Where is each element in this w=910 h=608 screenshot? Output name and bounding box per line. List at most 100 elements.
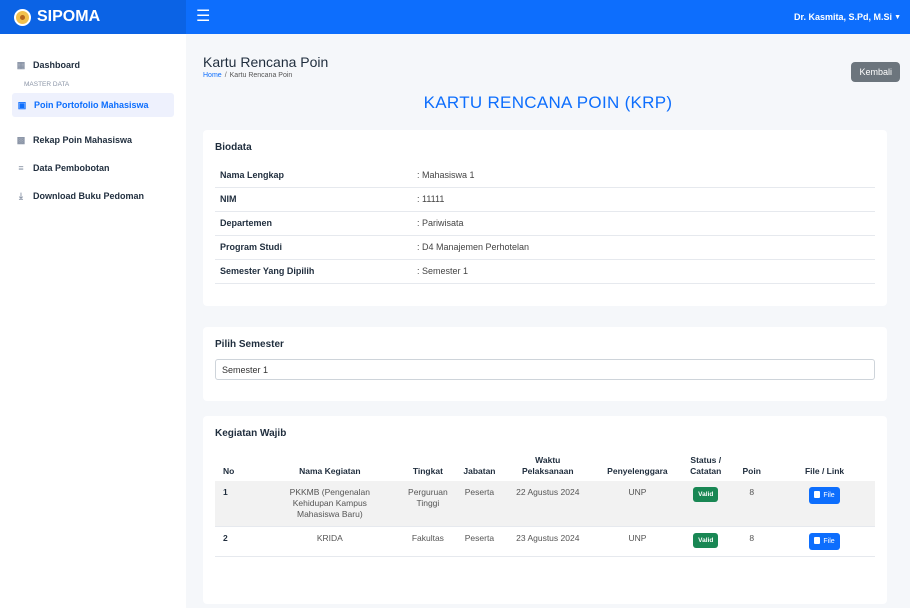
cell-nama-line1: PKKMB (Pengenalan [289, 487, 370, 497]
cell-poin: 8 [729, 481, 775, 527]
cell-status: Valid [682, 526, 730, 557]
cell-nama: PKKMB (Pengenalan Kehidupan Kampus Mahasis… [259, 481, 400, 527]
biodata-title: Biodata [215, 142, 252, 153]
col-status: Status / Catatan [682, 453, 729, 481]
breadcrumb: Home / Kartu Rencana Poin [203, 72, 292, 79]
krp-heading: KARTU RENCANA POIN (KRP) [423, 93, 673, 112]
biodata-value: : Pariwisata [412, 211, 875, 236]
biodata-row: Nama Lengkap: Mahasiswa 1 [215, 163, 875, 188]
kegiatan-title: Kegiatan Wajib [215, 428, 287, 439]
breadcrumb-current: Kartu Rencana Poin [229, 72, 293, 79]
cell-tingkat-line2: Tinggi [416, 498, 440, 508]
biodata-card: Biodata Nama Lengkap: Mahasiswa 1 NIM: 1… [203, 130, 887, 306]
col-status-line1: Status / [690, 455, 722, 465]
biodata-row: NIM: 11111 [215, 187, 875, 212]
sidebar-item-label: Data Pembobotan [33, 163, 110, 173]
semester-card: Pilih Semester Semester 1 [203, 327, 887, 401]
col-poin: Poin [742, 466, 761, 476]
cell-nama-line3: Mahasiswa Baru) [297, 509, 363, 519]
cell-penyelenggara: UNP [592, 526, 683, 557]
biodata-table: Nama Lengkap: Mahasiswa 1 NIM: 11111 Dep… [215, 163, 875, 284]
sidebar-item-label: Download Buku Pedoman [33, 191, 145, 201]
biodata-key: Nama Lengkap [215, 163, 412, 188]
sidebar-item-label: Rekap Poin Mahasiswa [33, 135, 133, 145]
page-title: Kartu Rencana Poin [203, 54, 329, 70]
hamburger-icon[interactable]: ☰ [196, 9, 210, 25]
breadcrumb-separator: / [224, 72, 227, 79]
biodata-value: : D4 Manajemen Perhotelan [412, 235, 875, 260]
cell-status: Valid [682, 481, 730, 527]
cell-tingkat-line1: Perguruan [408, 487, 448, 497]
col-nama: Nama Kegiatan [299, 466, 361, 476]
sidebar-section-label: MASTER DATA [24, 81, 70, 88]
col-tingkat: Tingkat [412, 466, 443, 476]
biodata-key: Semester Yang Dipilih [215, 259, 412, 284]
app-name: SIPOMA [37, 8, 101, 25]
cell-file: File [774, 481, 875, 527]
status-badge: Valid [693, 533, 719, 548]
chevron-down-icon: ▼ [894, 13, 901, 21]
sidebar-item-poin-portofolio[interactable]: ▣ Poin Portofolio Mahasiswa [12, 93, 174, 117]
cell-tingkat: Perguruan Tinggi [399, 481, 456, 527]
sidebar-item-dashboard[interactable]: ▦ Dashboard [0, 54, 186, 76]
cell-waktu: 23 Agustus 2024 [502, 526, 593, 557]
sidebar-item-data-pembobotan[interactable]: ≡ Data Pembobotan [0, 157, 186, 179]
sidebar-item-label: Dashboard [33, 60, 81, 70]
download-icon: ⤓ [19, 190, 23, 201]
back-button[interactable]: Kembali [851, 62, 900, 82]
col-jabatan: Jabatan [463, 466, 496, 476]
file-icon [814, 491, 821, 498]
sidebar-item-download-buku[interactable]: ⤓ Download Buku Pedoman [0, 185, 186, 207]
brand[interactable]: SIPOMA [0, 0, 186, 34]
table-header-row: No Nama Kegiatan Tingkat Jabatan Waktu Pe… [215, 453, 875, 481]
cell-penyelenggara: UNP [592, 481, 683, 527]
file-icon [814, 537, 821, 544]
sidebar-item-rekap-poin[interactable]: ▩ Rekap Poin Mahasiswa [0, 129, 186, 151]
table-row: 1 PKKMB (Pengenalan Kehidupan Kampus Mahas… [215, 481, 875, 527]
semester-select[interactable]: Semester 1 [215, 359, 875, 380]
cell-nama-line2: Kehidupan Kampus [292, 498, 367, 508]
biodata-key: Program Studi [215, 235, 412, 260]
file-button-label: File [823, 538, 835, 545]
cell-jabatan: Peserta [455, 526, 503, 557]
col-waktu: Waktu Pelaksanaan [503, 453, 593, 481]
status-badge: Valid [693, 487, 719, 502]
biodata-key: NIM [215, 187, 412, 212]
user-menu[interactable]: Dr. Kasmita, S.Pd, M.Si ▼ [794, 0, 901, 34]
top-navbar: SIPOMA ☰ Dr. Kasmita, S.Pd, M.Si ▼ [0, 0, 910, 34]
cell-poin: 8 [729, 526, 775, 557]
main-content: Kartu Rencana Poin Home / Kartu Rencana Po… [186, 34, 910, 608]
file-button[interactable]: File [809, 487, 840, 504]
breadcrumb-home[interactable]: Home [203, 72, 222, 79]
cell-no: 2 [215, 526, 260, 557]
calculator-icon: ▩ [16, 134, 26, 145]
logo-icon [14, 8, 31, 26]
col-status-line2: Catatan [690, 466, 722, 476]
biodata-row: Departemen: Pariwisata [215, 211, 875, 236]
biodata-value: : Mahasiswa 1 [412, 163, 875, 188]
biodata-row: Program Studi: D4 Manajemen Perhotelan [215, 235, 875, 260]
biodata-value: : Semester 1 [412, 259, 875, 284]
biodata-key: Departemen [215, 211, 412, 236]
cell-waktu: 22 Agustus 2024 [502, 481, 593, 527]
grid-icon: ▦ [16, 59, 26, 70]
biodata-value: : 11111 [412, 187, 875, 212]
file-button[interactable]: File [809, 533, 840, 550]
col-file: File / Link [804, 466, 845, 476]
biodata-row: Semester Yang Dipilih: Semester 1 [215, 259, 875, 284]
col-waktu-line2: Pelaksanaan [522, 466, 574, 476]
col-penyelenggara: Penyelenggara [607, 466, 668, 476]
semester-title: Pilih Semester [215, 339, 284, 350]
cell-jabatan: Peserta [455, 481, 503, 527]
list-icon: ≡ [18, 163, 24, 173]
table-row: 2 KRIDA Fakultas Peserta 23 Agustus 2024… [215, 526, 875, 557]
user-name: Dr. Kasmita, S.Pd, M.Si [794, 12, 893, 22]
clipboard-icon: ▣ [17, 99, 27, 110]
cell-tingkat: Fakultas [399, 526, 456, 557]
sidebar-item-label: Poin Portofolio Mahasiswa [34, 100, 149, 110]
col-waktu-line1: Waktu [535, 455, 561, 465]
sidebar: ▦ Dashboard MASTER DATA ▣ Poin Portofoli… [0, 34, 186, 608]
kegiatan-table: No Nama Kegiatan Tingkat Jabatan Waktu Pe… [215, 453, 875, 557]
cell-nama: KRIDA [259, 526, 400, 557]
file-button-label: File [823, 492, 835, 499]
